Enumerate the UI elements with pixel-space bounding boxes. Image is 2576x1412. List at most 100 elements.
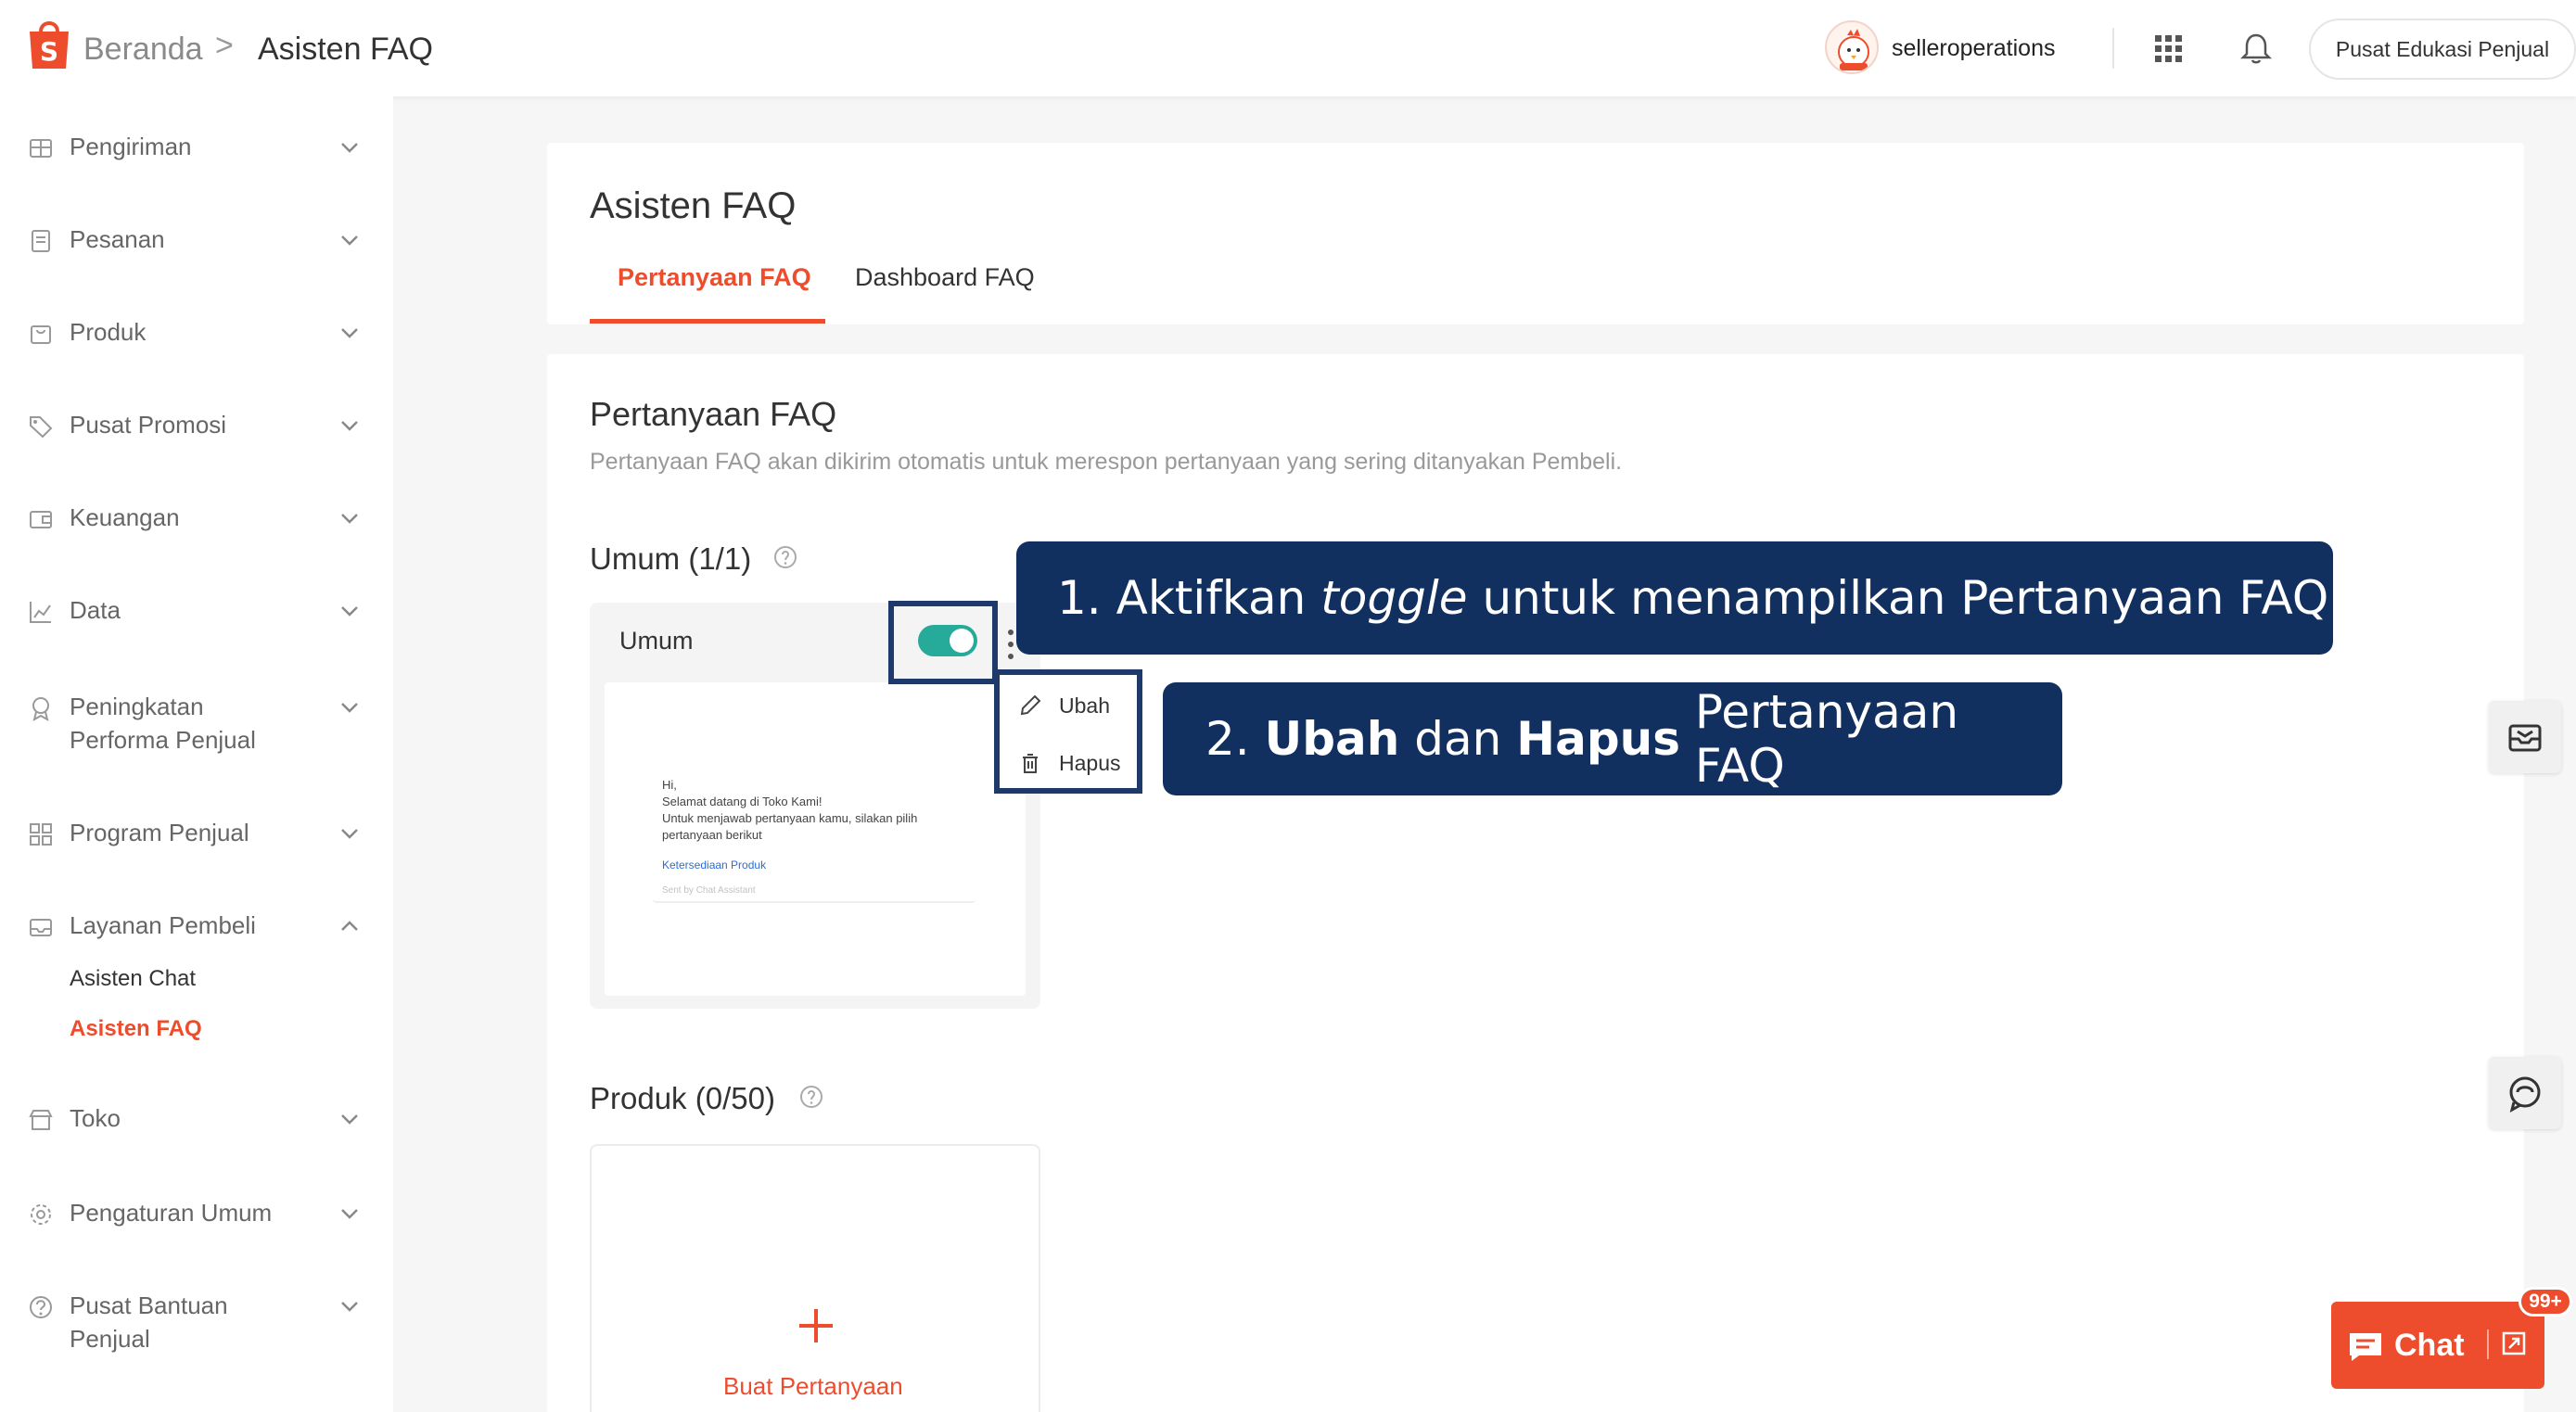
- preview-instruction: Untuk menjawab pertanyaan kamu, silakan …: [662, 811, 918, 825]
- create-question-label[interactable]: Buat Pertanyaan: [723, 1372, 903, 1401]
- sidebar-item-pesanan[interactable]: Pesanan: [0, 223, 393, 267]
- sidebar-item-pusat-promosi[interactable]: Pusat Promosi: [0, 408, 393, 452]
- callout-2-text-mid: dan: [1414, 712, 1502, 766]
- expand-icon[interactable]: [2500, 1329, 2528, 1357]
- preview-meta: Sent by Chat Assistant: [662, 885, 756, 896]
- sidebar-item-label: Data: [70, 596, 121, 624]
- help-circle-icon[interactable]: [773, 545, 797, 569]
- gear-icon: [31, 1204, 51, 1225]
- chat-unread-badge: 99+: [2519, 1287, 2572, 1317]
- callout-1-emphasis: toggle: [1320, 571, 1468, 625]
- callout-2-bold-hapus: Hapus: [1516, 712, 1680, 766]
- chevron-down-icon: [341, 328, 358, 338]
- menu-item-hapus[interactable]: Hapus: [1059, 751, 1120, 776]
- chevron-down-icon: [341, 1114, 358, 1125]
- callout-2-bold-ubah: Ubah: [1264, 712, 1400, 766]
- tab-pertanyaan-faq[interactable]: Pertanyaan FAQ: [618, 263, 811, 292]
- breadcrumb-home[interactable]: Beranda: [83, 32, 203, 68]
- sidebar-item-pengiriman[interactable]: Pengiriman: [0, 130, 393, 174]
- sidebar-item-label: Pesanan: [70, 225, 165, 253]
- question-icon: [30, 1296, 52, 1318]
- page-header-card: [547, 143, 2524, 324]
- pencil-icon: [1020, 694, 1041, 716]
- sidebar-item-program-penjual[interactable]: Program Penjual: [0, 816, 393, 860]
- sidebar-item-label: Pengiriman: [70, 133, 192, 160]
- preview-instruction-2: pertanyaan berikut: [662, 828, 762, 842]
- apps-grid-icon[interactable]: [2153, 33, 2185, 65]
- sidebar-item-label: Pusat Promosi: [70, 411, 227, 439]
- svg-text:S: S: [40, 36, 58, 67]
- chevron-down-icon: [341, 143, 358, 153]
- chat-divider: [2487, 1329, 2489, 1359]
- help-circle-icon[interactable]: [799, 1085, 823, 1109]
- faq-preview-bubble: Hi, Selamat datang di Toko Kami! Untuk m…: [653, 764, 976, 903]
- sidebar: Pengiriman Pesanan Produk Pusat Promosi …: [0, 96, 393, 1412]
- active-tab-indicator: [590, 319, 825, 324]
- sidebar-subitem-asisten-chat[interactable]: Asisten Chat: [70, 966, 196, 992]
- breadcrumb-current: Asisten FAQ: [258, 32, 433, 67]
- sidebar-item-label: Layanan Pembeli: [70, 911, 256, 939]
- tab-dashboard-faq[interactable]: Dashboard FAQ: [855, 263, 1035, 292]
- chevron-down-icon: [341, 606, 358, 617]
- sidebar-item-data[interactable]: Data: [0, 593, 393, 638]
- menu-item-ubah[interactable]: Ubah: [1059, 693, 1110, 719]
- chevron-down-icon: [341, 1209, 358, 1219]
- floating-support-button[interactable]: [2489, 1057, 2561, 1129]
- mail-icon: [30, 919, 52, 936]
- sidebar-item-label: Toko: [70, 1104, 121, 1132]
- tag-icon: [30, 416, 53, 439]
- preview-welcome: Selamat datang di Toko Kami!: [662, 795, 823, 808]
- clipboard-icon: [32, 230, 50, 252]
- sidebar-item-layanan-pembeli[interactable]: Layanan Pembeli: [0, 909, 393, 953]
- faq-card-title: Umum: [619, 627, 694, 655]
- shopee-bag-icon[interactable]: S: [26, 17, 72, 70]
- toggle-highlight-box: [888, 601, 998, 684]
- sidebar-item-produk[interactable]: Produk: [0, 315, 393, 360]
- chevron-down-icon: [341, 703, 358, 713]
- section-description: Pertanyaan FAQ akan dikirim otomatis unt…: [590, 449, 1623, 475]
- chevron-down-icon: [341, 421, 358, 431]
- seller-education-button[interactable]: Pusat Edukasi Penjual: [2309, 19, 2576, 80]
- store-icon: [29, 1110, 53, 1130]
- trash-icon: [1023, 754, 1038, 773]
- chevron-down-icon: [341, 829, 358, 839]
- chevron-down-icon: [341, 1302, 358, 1312]
- sidebar-item-pengaturan-umum[interactable]: Pengaturan Umum: [0, 1196, 393, 1240]
- support-chat-icon: [2509, 1076, 2541, 1113]
- sidebar-item-label: Produk: [70, 318, 147, 346]
- sidebar-item-toko[interactable]: Toko: [0, 1101, 393, 1146]
- sidebar-item-label: Pengaturan Umum: [70, 1199, 273, 1227]
- preview-greeting: Hi,: [662, 778, 677, 792]
- sidebar-item-label: Keuangan: [70, 503, 180, 531]
- callout-1-number: 1.: [1057, 571, 1102, 625]
- callout-2-text-end: Pertanyaan FAQ: [1694, 685, 1959, 793]
- chevron-down-icon: [341, 235, 358, 246]
- page-title: Asisten FAQ: [590, 185, 797, 226]
- callout-step-2: 2. Ubah dan Hapus Pertanyaan FAQ: [1163, 682, 2062, 795]
- callout-1-text-a: Aktifkan: [1116, 571, 1307, 625]
- chevron-down-icon: [341, 514, 358, 524]
- sidebar-item-label: Pusat Bantuan Penjual: [70, 1291, 228, 1353]
- faq-options-menu: Ubah Hapus: [994, 669, 1142, 794]
- sidebar-subitem-asisten-faq[interactable]: Asisten FAQ: [70, 1016, 202, 1042]
- callout-step-1: 1. Aktifkan toggle untuk menampilkan Per…: [1016, 541, 2333, 655]
- section-title: Pertanyaan FAQ: [590, 395, 837, 433]
- sidebar-item-peningkatan-performa[interactable]: Peningkatan Performa Penjual: [0, 690, 393, 762]
- avatar[interactable]: [1825, 20, 1879, 74]
- plus-icon[interactable]: [797, 1307, 835, 1344]
- line-chart-icon: [30, 602, 51, 623]
- truck-icon: [30, 139, 52, 158]
- bell-icon[interactable]: [2240, 32, 2272, 65]
- username[interactable]: selleroperations: [1892, 35, 2056, 62]
- program-icon: [30, 823, 52, 846]
- header-divider: [2112, 28, 2114, 69]
- chat-label: Chat: [2394, 1328, 2465, 1363]
- breadcrumb-separator: >: [215, 28, 234, 63]
- chevron-up-icon: [341, 921, 358, 931]
- sidebar-item-pusat-bantuan[interactable]: Pusat Bantuan Penjual: [0, 1289, 393, 1361]
- inbox-icon: [2508, 724, 2542, 752]
- callout-2-number: 2.: [1205, 712, 1250, 766]
- floating-inbox-button[interactable]: [2489, 701, 2561, 773]
- more-options-icon[interactable]: [1007, 629, 1014, 660]
- sidebar-item-keuangan[interactable]: Keuangan: [0, 501, 393, 545]
